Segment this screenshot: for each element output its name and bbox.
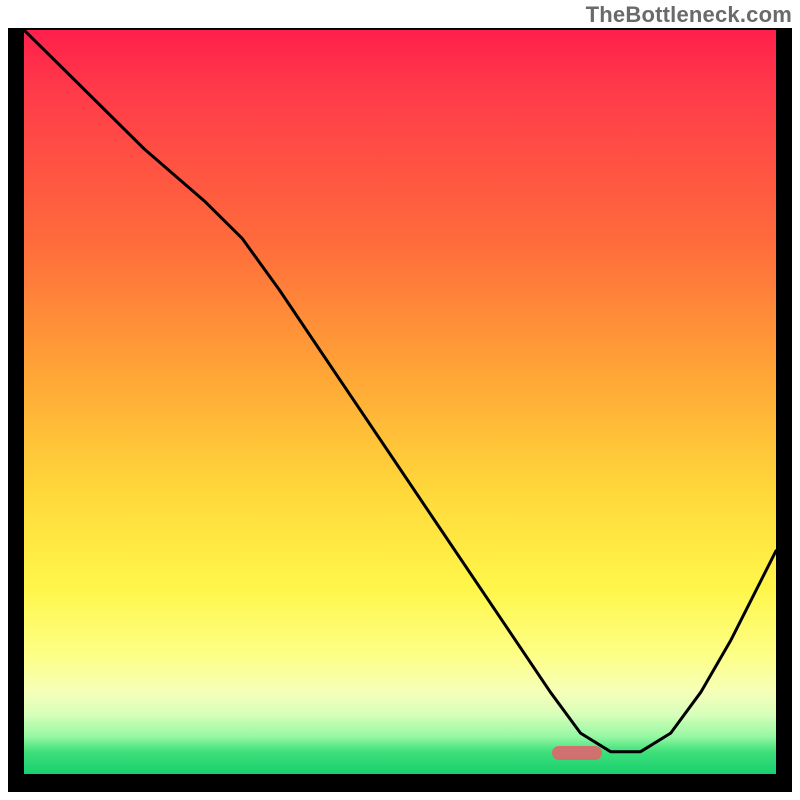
bottleneck-curve-path	[24, 30, 776, 752]
chart-frame	[8, 28, 792, 792]
chart-line-svg	[24, 30, 776, 774]
optimal-range-marker	[552, 746, 602, 760]
chart-gradient-background	[24, 30, 776, 774]
watermark-text: TheBottleneck.com	[586, 2, 792, 28]
